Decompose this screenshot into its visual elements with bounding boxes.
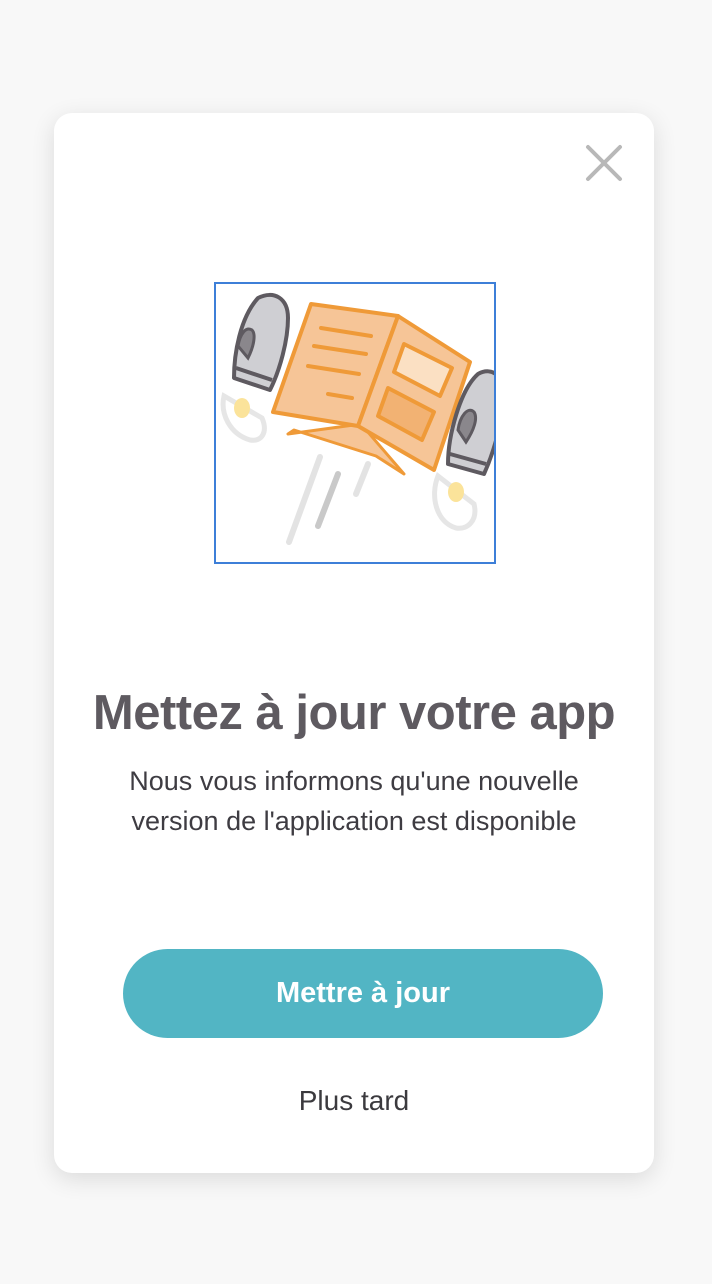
close-icon: [586, 145, 622, 181]
later-link[interactable]: Plus tard: [54, 1085, 654, 1117]
dialog-title: Mettez à jour votre app: [92, 686, 616, 740]
update-illustration: [214, 282, 507, 564]
close-button[interactable]: [584, 143, 624, 183]
update-dialog: Mettez à jour votre app Nous vous inform…: [54, 113, 654, 1173]
update-button[interactable]: Mettre à jour: [123, 949, 603, 1038]
book-rocket-icon: [220, 292, 507, 545]
dialog-message: Nous vous informons qu'une nouvelle vers…: [54, 761, 654, 841]
dialog-message-line: version de l'application est disponible: [131, 806, 577, 836]
dialog-message-line: Nous vous informons qu'une nouvelle: [129, 766, 579, 796]
